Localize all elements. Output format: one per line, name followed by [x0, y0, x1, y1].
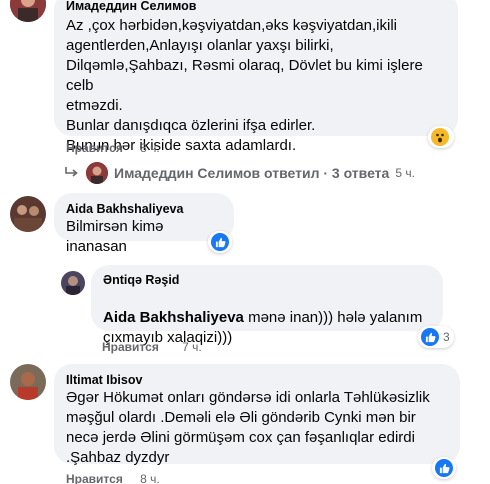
mention-link[interactable]: Aida Bakhshaliyeva	[103, 309, 244, 326]
comment-line: agentlerden,Anlayışı olanlar yaxşı bilir…	[66, 37, 334, 54]
avatar	[86, 162, 108, 184]
comment-line: Əgər Hökumət onları göndərsə idi onlarla…	[66, 389, 430, 406]
comment-line: etməzdi.	[66, 97, 123, 114]
comment-text: Bilmirsən kimə inanasan	[66, 218, 164, 255]
comment-bubble: Iltimat Ibisov Əgər Hökumət onları göndə…	[54, 364, 460, 466]
reply-arrow-icon	[65, 167, 78, 177]
like-reaction-icon	[211, 233, 229, 251]
comment-text-rest: mənə inan))) hələ yalanım	[243, 309, 423, 326]
comment-line: .Şahbaz dyzdyr	[66, 449, 170, 466]
comment-text: Aida Bakhshaliyeva mənə inan))) hələ yal…	[103, 288, 431, 328]
comment-line: Dilqəmlə,Şahbazı, Rəsmi olaraq, Dövlet b…	[66, 57, 423, 94]
comment-author[interactable]: Əntiqə Rəşid	[103, 272, 431, 288]
comment-line: necə jerdə Əlini görmüşəm cox çan fəşanl…	[66, 429, 415, 446]
avatar[interactable]	[10, 196, 46, 232]
view-replies-link[interactable]: Имадеддин Селимов ответил · 3 ответа 5 ч…	[64, 162, 415, 184]
avatar[interactable]	[10, 364, 46, 400]
comment-bubble: Имадеддин Селимов Az ,çox hərbidən,kəşvi…	[54, 0, 458, 154]
timestamp[interactable]: 8 ч.	[140, 472, 160, 484]
like-reaction-icon	[421, 328, 439, 346]
comment-line: məşğul olardı .Deməli elə Əli göndərib C…	[66, 409, 416, 426]
comment-meta: Нравится 7 ч.	[102, 340, 202, 354]
timestamp[interactable]: 8 ч.	[140, 141, 160, 155]
reaction-badge[interactable]	[428, 126, 454, 148]
comment-line: Az ,çox hərbidən,kəşviyatdan,əks kəşviya…	[66, 17, 397, 34]
wow-reaction-icon	[431, 128, 449, 146]
reaction-badge[interactable]: 3	[418, 326, 454, 348]
avatar[interactable]	[61, 271, 85, 295]
like-button[interactable]: Нравится	[66, 472, 123, 484]
like-reaction-icon	[435, 459, 453, 477]
timestamp: 5 ч.	[395, 166, 415, 180]
comment-bubble: Əntiqə Rəşid Aida Bakhshaliyeva mənə ina…	[91, 265, 443, 346]
comment-author[interactable]: Имадеддин Селимов	[66, 0, 446, 14]
reaction-badge[interactable]	[432, 457, 456, 479]
comment-meta: Нравится 8 ч.	[66, 141, 160, 155]
reaction-badge[interactable]	[208, 231, 232, 253]
like-button[interactable]: Нравится	[102, 340, 159, 354]
like-button[interactable]: Нравится	[66, 141, 123, 155]
comment-author[interactable]: Aida Bakhshaliyeva	[66, 201, 222, 217]
comment-meta: Нравится 8 ч.	[66, 472, 160, 484]
comment-bubble: Aida Bakhshaliyeva Bilmirsən kimə inanas…	[54, 193, 234, 255]
timestamp[interactable]: 7 ч.	[182, 340, 202, 354]
comment-author[interactable]: Iltimat Ibisov	[66, 372, 448, 388]
comment-line: Bunlar danışdıqca özlerini ifşa edirler.	[66, 117, 316, 134]
reaction-count: 3	[443, 330, 450, 344]
avatar[interactable]	[10, 0, 46, 22]
replies-summary-text[interactable]: Имадеддин Селимов ответил · 3 ответа	[114, 165, 389, 181]
